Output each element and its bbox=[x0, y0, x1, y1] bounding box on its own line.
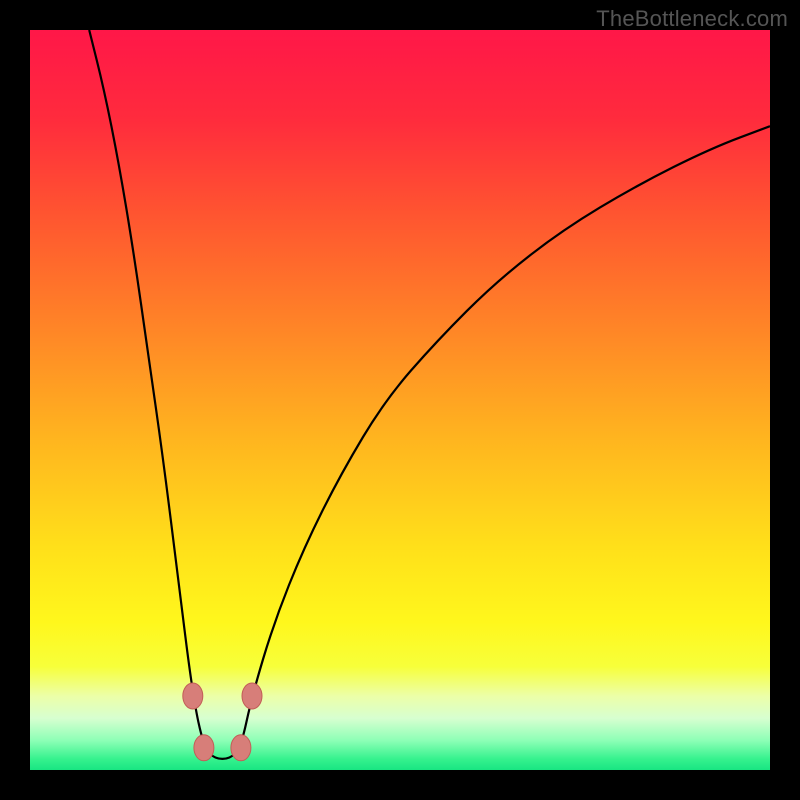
plot-area bbox=[30, 30, 770, 770]
bottleneck-curve bbox=[89, 30, 770, 759]
curve-marker bbox=[183, 683, 203, 709]
curve-marker bbox=[242, 683, 262, 709]
watermark-label: TheBottleneck.com bbox=[596, 6, 788, 32]
curve-layer bbox=[30, 30, 770, 770]
chart-stage: TheBottleneck.com bbox=[0, 0, 800, 800]
curve-marker bbox=[194, 735, 214, 761]
curve-markers bbox=[183, 683, 262, 761]
curve-marker bbox=[231, 735, 251, 761]
